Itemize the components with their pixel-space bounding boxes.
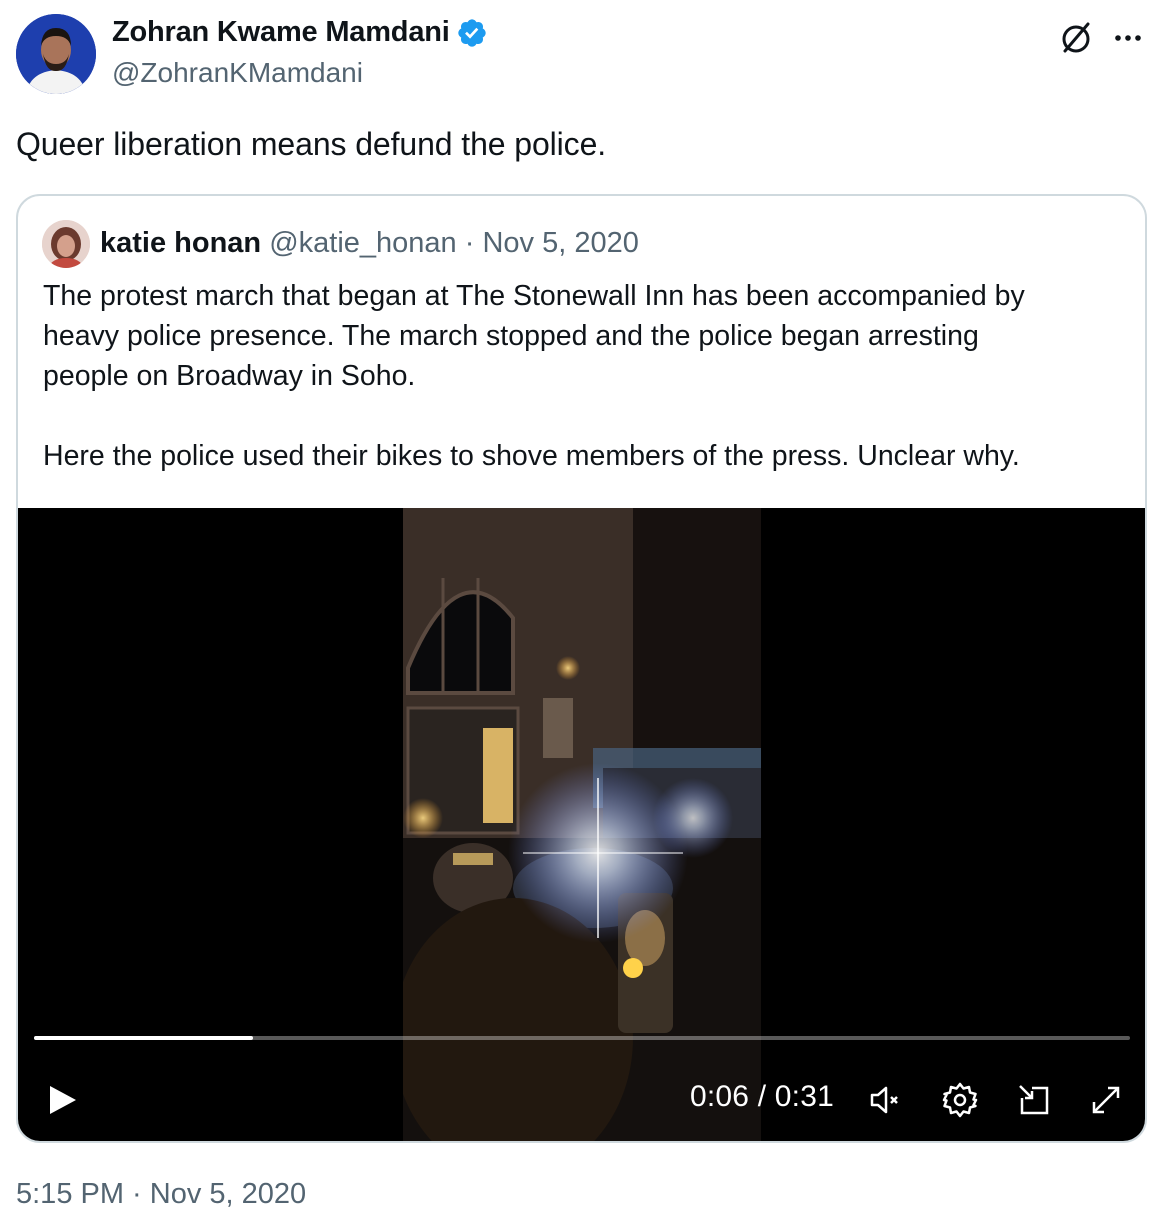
author-display-name[interactable]: Zohran Kwame Mamdani	[112, 16, 450, 49]
mute-icon[interactable]	[866, 1080, 906, 1120]
grok-icon[interactable]	[1056, 18, 1096, 58]
quoted-author-handle[interactable]: @katie_honan	[269, 227, 456, 259]
settings-icon[interactable]	[940, 1080, 980, 1120]
quoted-tweet-card[interactable]: katie honan @katie_honan · Nov 5, 2020 T…	[16, 194, 1147, 1143]
play-icon[interactable]	[42, 1080, 82, 1120]
quoted-tweet-text: The protest march that began at The Ston…	[43, 276, 1133, 476]
video-controls: 0:06 / 0:31	[18, 1068, 1145, 1128]
quoted-author-avatar[interactable]	[42, 220, 90, 268]
fullscreen-icon[interactable]	[1086, 1080, 1126, 1120]
video-progress-bar[interactable]	[34, 1036, 1130, 1040]
tweet-text: Queer liberation means defund the police…	[16, 126, 607, 162]
verified-badge-icon[interactable]	[456, 17, 488, 49]
quoted-separator: ·	[464, 227, 475, 259]
tweet-timestamp[interactable]: 5:15 PM · Nov 5, 2020	[16, 1178, 306, 1211]
quoted-paragraph-2: Here the police used their bikes to shov…	[43, 440, 1020, 472]
author-avatar[interactable]	[16, 14, 96, 94]
quoted-tweet-header: katie honan @katie_honan · Nov 5, 2020	[100, 227, 639, 260]
quoted-paragraph-1: The protest march that began at The Ston…	[43, 280, 1025, 392]
author-name-row: Zohran Kwame Mamdani	[112, 16, 488, 49]
video-frame[interactable]	[403, 508, 761, 1143]
more-icon[interactable]	[1108, 18, 1148, 58]
quoted-author-name[interactable]: katie honan	[100, 227, 261, 259]
picture-in-picture-icon[interactable]	[1014, 1080, 1054, 1120]
quoted-date[interactable]: Nov 5, 2020	[482, 227, 638, 259]
video-player[interactable]: 0:06 / 0:31	[18, 508, 1145, 1143]
author-handle[interactable]: @ZohranKMamdani	[112, 57, 363, 89]
video-time: 0:06 / 0:31	[690, 1080, 834, 1113]
video-progress-fill	[34, 1036, 254, 1040]
